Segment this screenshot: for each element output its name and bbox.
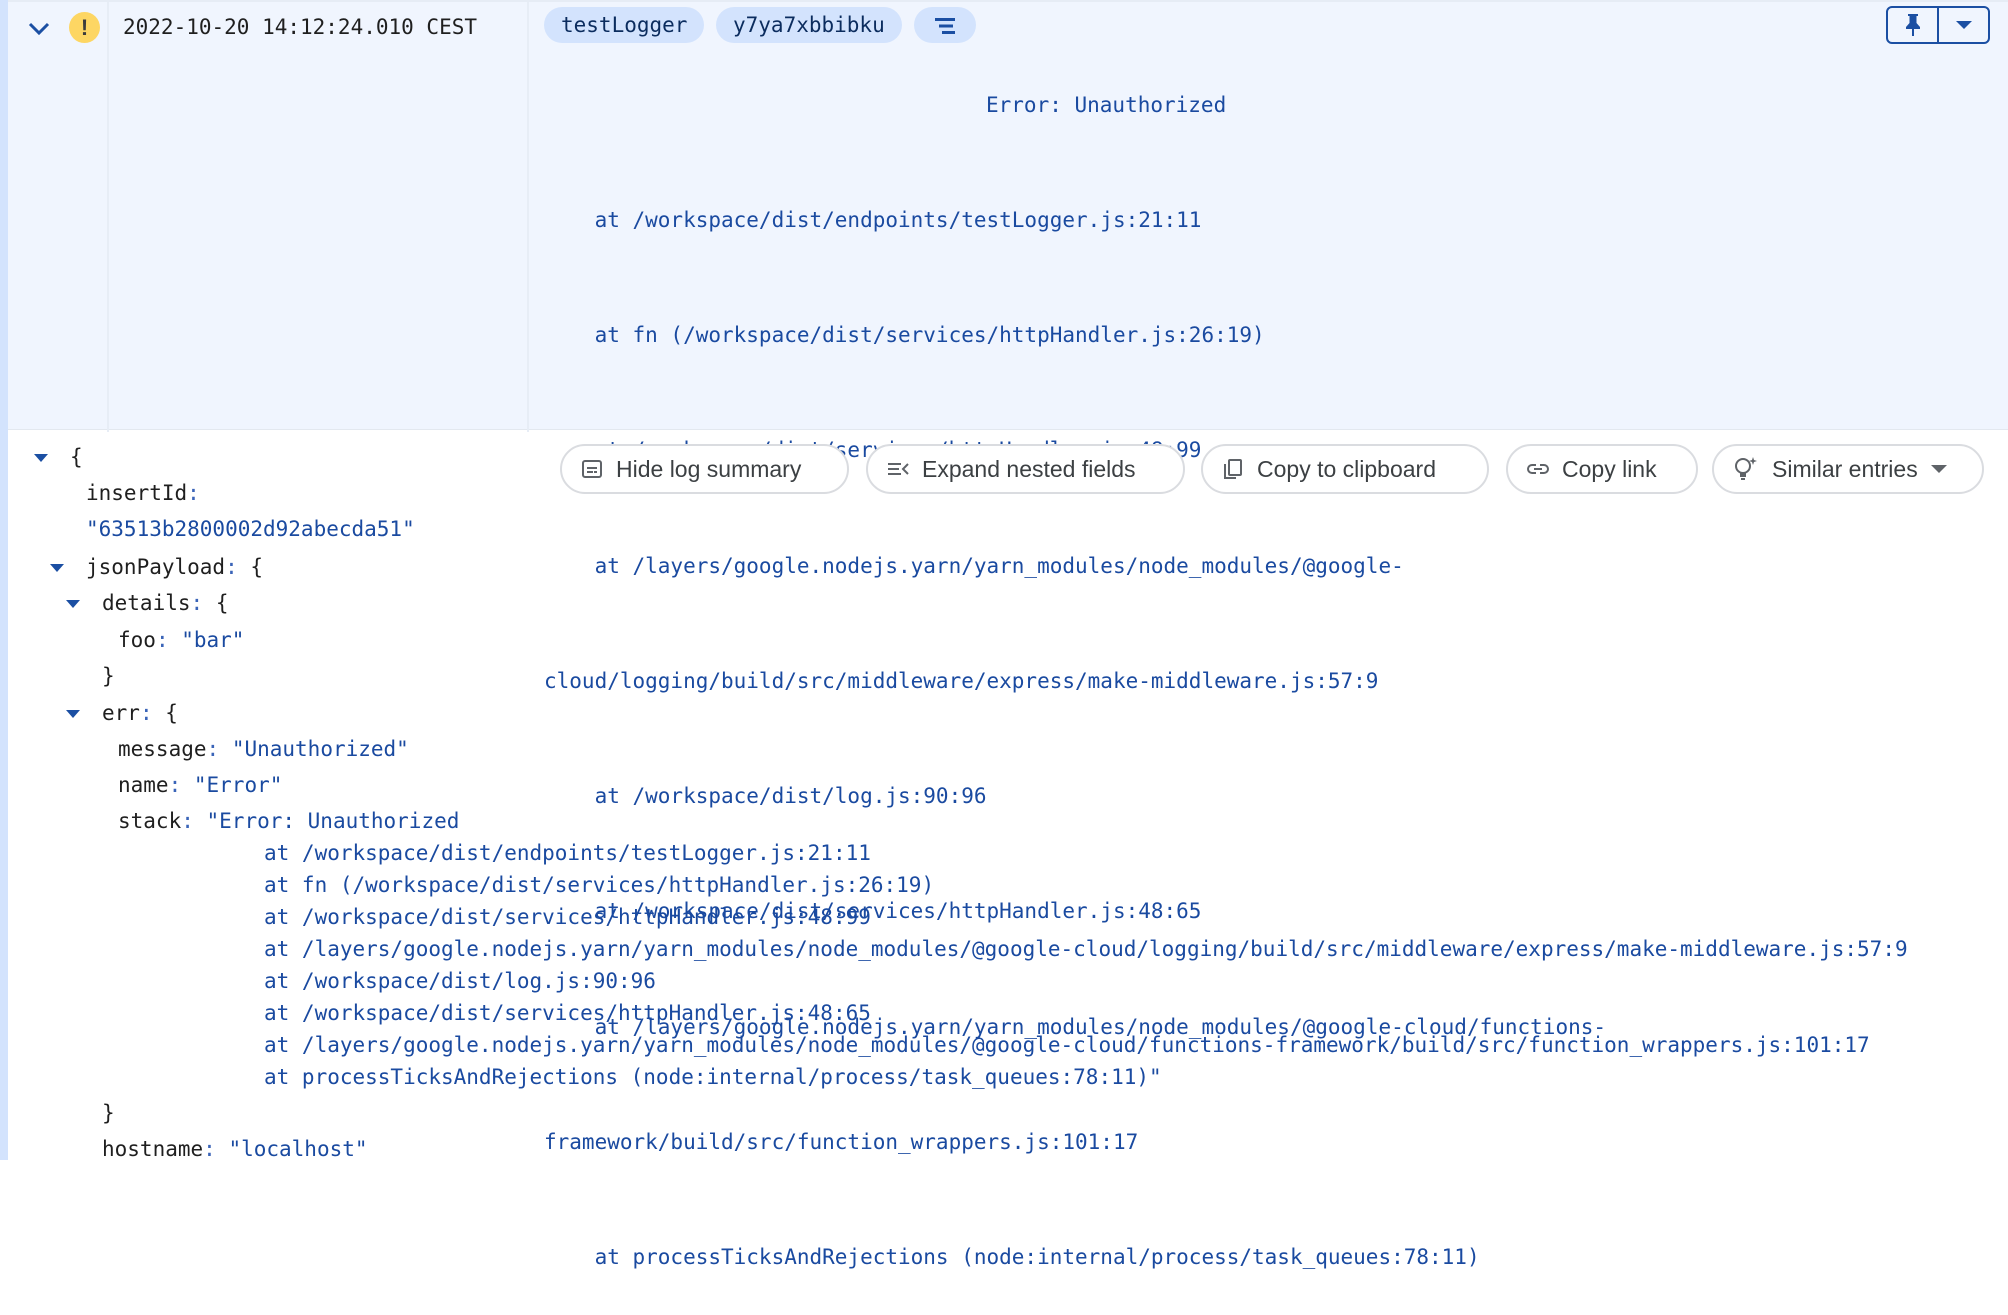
close-brace: } [102,1101,115,1125]
summary-line: at fn (/workspace/dist/services/httpHand… [544,323,1265,348]
stack-line: at /workspace/dist/endpoints/testLogger.… [264,841,871,865]
column-divider [107,2,109,432]
caret-down-icon [1930,465,1947,473]
open-brace: { [165,701,178,725]
pin-split-button[interactable] [1886,6,1990,44]
hostname-key: hostname [102,1137,204,1161]
copy-link-label: Copy link [1562,455,1657,482]
expand-nested-fields-button[interactable]: Expand nested fields [866,444,1185,494]
hide-log-summary-label: Hide log summary [616,455,802,482]
copy-link-button[interactable]: Copy link [1506,444,1698,494]
summary-line: at /workspace/dist/log.js:90:96 [544,784,987,809]
stack-line: at /layers/google.nodejs.yarn/yarn_modul… [264,1033,1870,1057]
hostname-value[interactable]: "localhost" [228,1137,367,1161]
collapse-details-toggle-icon[interactable] [66,600,80,608]
summary-line: cloud/logging/build/src/middleware/expre… [544,668,1379,693]
name-value[interactable]: "Error" [194,773,283,797]
expand-nested-fields-label: Expand nested fields [922,455,1136,482]
summary-line: at /layers/google.nodejs.yarn/yarn_modul… [544,553,1404,578]
stack-line: at /workspace/dist/services/httpHandler.… [264,1001,871,1025]
insertid-key: insertId [86,481,188,505]
stack-line: at /workspace/dist/services/httpHandler.… [264,905,871,929]
pin-button[interactable] [1888,8,1939,42]
insertid-value[interactable]: "63513b2800002d92abecda51" [86,517,415,541]
foo-key: foo [118,628,156,652]
log-summary-text: Error: Unauthorized at /workspace/dist/e… [544,9,1606,1315]
log-timestamp: 2022-10-20 14:12:24.010 CEST [123,15,478,39]
summary-line: at /workspace/dist/endpoints/testLogger.… [544,208,1202,233]
summary-line: Error: Unauthorized [986,92,1227,117]
severity-warning-icon: ! [69,12,100,43]
collapse-entry-chevron-icon[interactable] [24,14,54,44]
selected-entry-indicator [0,0,8,1160]
message-value[interactable]: "Unauthorized" [232,737,409,761]
stack-line: at fn (/workspace/dist/services/httpHand… [264,873,935,897]
copy-to-clipboard-label: Copy to clipboard [1257,455,1436,482]
link-icon [1527,464,1549,474]
stack-line: at processTicksAndRejections (node:inter… [264,1065,1162,1089]
root-open-brace: { [70,445,83,469]
summary-card-icon [582,460,602,478]
foo-value[interactable]: "bar" [181,628,244,652]
open-brace: { [215,591,229,615]
caret-down-icon [1955,21,1972,29]
column-divider [527,2,529,432]
similar-entries-button[interactable]: Similar entries [1712,444,1984,494]
pin-options-dropdown[interactable] [1939,8,1988,42]
similar-entries-label: Similar entries [1772,455,1918,482]
summary-line: framework/build/src/function_wrappers.js… [544,1129,1139,1154]
stack-line: at /workspace/dist/log.js:90:96 [264,969,656,993]
collapse-err-toggle-icon[interactable] [66,710,80,718]
expand-fields-icon [888,463,909,475]
name-key: name [118,773,169,797]
copy-to-clipboard-button[interactable]: Copy to clipboard [1201,444,1489,494]
stack-key: stack [118,809,182,833]
details-key: details [102,591,191,615]
message-key: message [118,737,207,761]
summary-line: at processTicksAndRejections (node:inter… [544,1245,1480,1269]
collapse-jsonpayload-toggle-icon[interactable] [50,564,64,572]
hide-log-summary-button[interactable]: Hide log summary [560,444,849,494]
pin-icon [1905,14,1920,36]
stack-line: at /layers/google.nodejs.yarn/yarn_modul… [264,937,1908,961]
copy-icon [1224,459,1242,479]
err-key: err [102,701,140,725]
close-brace: } [102,664,115,688]
jsonpayload-key: jsonPayload [86,555,226,579]
collapse-root-toggle-icon[interactable] [34,454,48,462]
lightbulb-sparkle-icon [1735,457,1757,480]
open-brace: { [250,555,264,579]
stack-value-first-line[interactable]: "Error: Unauthorized [207,809,460,833]
